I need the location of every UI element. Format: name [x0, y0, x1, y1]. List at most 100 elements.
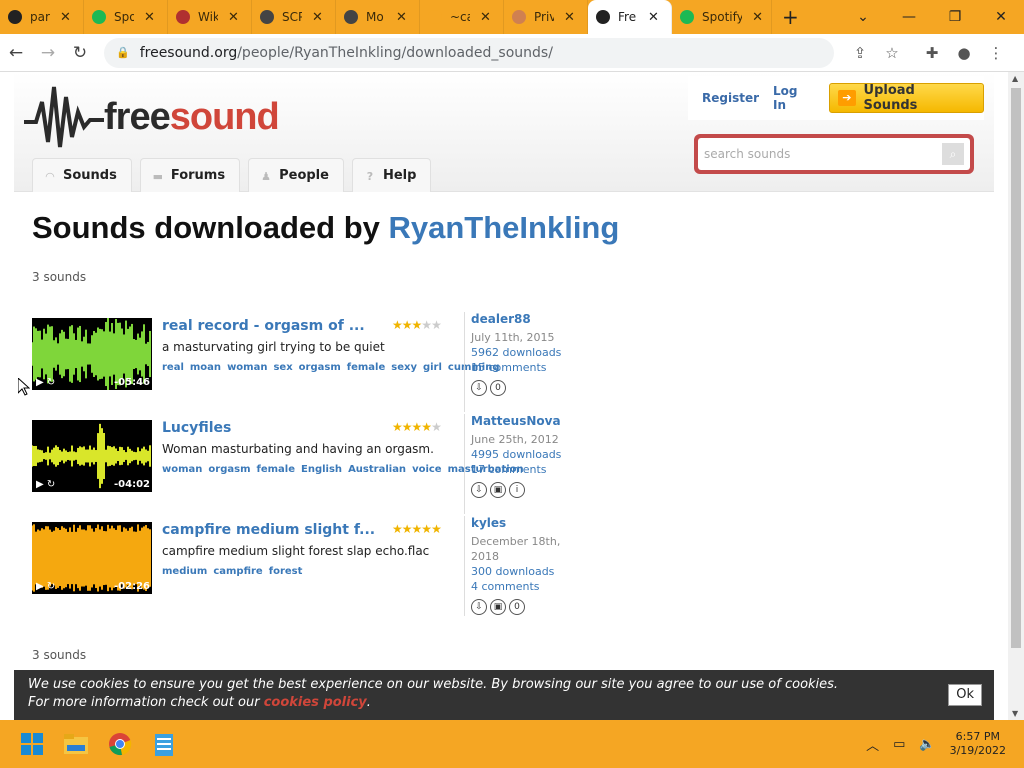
sound-comments-link[interactable]: 15 comments — [471, 360, 574, 375]
browser-tab[interactable]: Spotify ✕ — [672, 0, 772, 34]
bookmark-star-icon[interactable]: ☆ — [876, 44, 908, 62]
sound-author-link[interactable]: kyles — [471, 516, 574, 530]
browser-tab[interactable]: ~ca ✕ — [420, 0, 504, 34]
freesound-logo[interactable]: freesound — [24, 82, 280, 152]
info-icon[interactable]: i — [509, 482, 525, 498]
tab-close-icon[interactable]: ✕ — [480, 10, 491, 25]
star-icon[interactable]: ★ — [392, 420, 403, 434]
sound-name-link[interactable]: real record - orgasm of ... — [162, 318, 365, 334]
browser-tab[interactable]: Fre ✕ — [588, 0, 672, 34]
sound-comments-link[interactable]: 17 comments — [471, 462, 574, 477]
new-tab-button[interactable]: + — [782, 0, 799, 34]
tag-link[interactable]: Australian — [348, 464, 406, 475]
login-link[interactable]: Log In — [773, 84, 813, 112]
rating-stars[interactable]: ★★★★★ — [392, 420, 442, 434]
waveform-player[interactable]: ▶ ↻ -05:46 — [32, 318, 152, 390]
download-icon[interactable]: ⇩ — [471, 380, 487, 396]
waveform-player[interactable]: ▶ ↻ -04:02 — [32, 420, 152, 492]
download-icon[interactable]: ⇩ — [471, 599, 487, 615]
tag-link[interactable]: female — [347, 362, 386, 373]
close-window-button[interactable]: ✕ — [978, 9, 1024, 25]
play-icon[interactable]: ▶ ↻ — [36, 479, 55, 490]
tag-link[interactable]: campfire — [213, 566, 262, 577]
file-explorer-icon[interactable] — [54, 720, 98, 768]
sound-downloads-link[interactable]: 5962 downloads — [471, 345, 574, 360]
star-icon[interactable]: ★ — [392, 522, 403, 536]
browser-tab[interactable]: Priv ✕ — [504, 0, 588, 34]
download-icon[interactable]: ⇩ — [471, 482, 487, 498]
sound-author-link[interactable]: MatteusNova — [471, 414, 574, 428]
nav-tab-sounds[interactable]: ◠ Sounds — [32, 158, 132, 192]
tab-close-icon[interactable]: ✕ — [564, 10, 575, 25]
star-icon[interactable]: ★ — [412, 420, 423, 434]
play-icon[interactable]: ▶ ↻ — [36, 377, 55, 388]
play-icon[interactable]: ▶ ↻ — [36, 581, 55, 592]
star-icon[interactable]: ★ — [412, 522, 423, 536]
nav-tab-forums[interactable]: ▬ Forums — [139, 158, 241, 192]
windows-start-icon[interactable] — [10, 720, 54, 768]
browser-tab[interactable]: par ✕ — [0, 0, 84, 34]
browser-tab[interactable]: Spo ✕ — [84, 0, 168, 34]
tab-close-icon[interactable]: ✕ — [312, 10, 323, 25]
share-icon[interactable]: ⇪ — [844, 44, 876, 62]
clock[interactable]: 6:57 PM 3/19/2022 — [950, 730, 1006, 758]
star-icon[interactable]: ★ — [431, 522, 442, 536]
tab-close-icon[interactable]: ✕ — [228, 10, 239, 25]
cookies-policy-link[interactable]: cookies policy — [264, 695, 367, 710]
upload-sounds-button[interactable]: ➔ Upload Sounds — [829, 83, 984, 113]
tag-link[interactable]: moan — [190, 362, 221, 373]
scroll-up-arrow-icon[interactable]: ▲ — [1012, 74, 1018, 83]
bookmark-icon[interactable]: ▣ — [490, 482, 506, 498]
network-icon[interactable]: ▭ — [893, 737, 905, 752]
tag-link[interactable]: woman — [227, 362, 267, 373]
tag-link[interactable]: orgasm — [299, 362, 341, 373]
sound-downloads-link[interactable]: 4995 downloads — [471, 447, 574, 462]
sound-downloads-link[interactable]: 300 downloads — [471, 564, 574, 579]
tag-link[interactable]: forest — [269, 566, 303, 577]
username-link[interactable]: RyanTheInkling — [389, 210, 620, 245]
star-icon[interactable]: ★ — [402, 318, 413, 332]
tab-close-icon[interactable]: ✕ — [144, 10, 155, 25]
tag-link[interactable]: woman — [162, 464, 202, 475]
notepad-icon[interactable] — [142, 720, 186, 768]
reload-button[interactable]: ↻ — [64, 43, 96, 63]
bookmark-icon[interactable]: ▣ — [490, 599, 506, 615]
sound-comments-link[interactable]: 4 comments — [471, 579, 574, 594]
tab-close-icon[interactable]: ✕ — [648, 10, 659, 25]
browser-tab[interactable]: Mo ✕ — [336, 0, 420, 34]
chevron-down-icon[interactable]: ⌄ — [840, 9, 886, 25]
star-icon[interactable]: ★ — [431, 420, 442, 434]
scrollbar-thumb[interactable] — [1011, 88, 1021, 648]
restore-button[interactable]: ❐ — [932, 9, 978, 25]
chrome-icon[interactable] — [98, 720, 142, 768]
browser-tab[interactable]: Wik ✕ — [168, 0, 252, 34]
star-icon[interactable]: ★ — [412, 318, 423, 332]
tag-link[interactable]: girl — [423, 362, 442, 373]
address-bar[interactable]: 🔒 freesound.org/people/RyanTheInkling/do… — [104, 37, 834, 68]
tag-link[interactable]: English — [301, 464, 342, 475]
search-icon[interactable]: ⌕ — [942, 143, 964, 165]
back-button[interactable]: ← — [0, 43, 32, 63]
star-icon[interactable]: ★ — [402, 522, 413, 536]
sound-author-link[interactable]: dealer88 — [471, 312, 574, 326]
minimize-button[interactable]: — — [886, 9, 932, 25]
register-link[interactable]: Register — [702, 91, 759, 105]
tag-link[interactable]: medium — [162, 566, 207, 577]
profile-avatar-icon[interactable]: ● — [948, 44, 980, 62]
zero-license-icon[interactable]: 0 — [509, 599, 525, 615]
browser-menu-icon[interactable]: ⋮ — [980, 44, 1012, 62]
nav-tab-people[interactable]: ♟ People — [248, 158, 344, 192]
tag-link[interactable]: voice — [412, 464, 442, 475]
zero-license-icon[interactable]: 0 — [490, 380, 506, 396]
search-input[interactable]: search sounds ⌕ — [698, 138, 970, 170]
rating-stars[interactable]: ★★★★★ — [392, 318, 442, 332]
waveform-player[interactable]: ▶ ↻ -02:26 — [32, 522, 152, 594]
star-icon[interactable]: ★ — [421, 318, 432, 332]
chevron-up-icon[interactable]: ︿ — [866, 735, 879, 754]
extensions-icon[interactable]: ✚ — [916, 44, 948, 62]
tag-link[interactable]: orgasm — [208, 464, 250, 475]
forward-button[interactable]: → — [32, 43, 64, 63]
tag-link[interactable]: real — [162, 362, 184, 373]
star-icon[interactable]: ★ — [402, 420, 413, 434]
tab-close-icon[interactable]: ✕ — [396, 10, 407, 25]
